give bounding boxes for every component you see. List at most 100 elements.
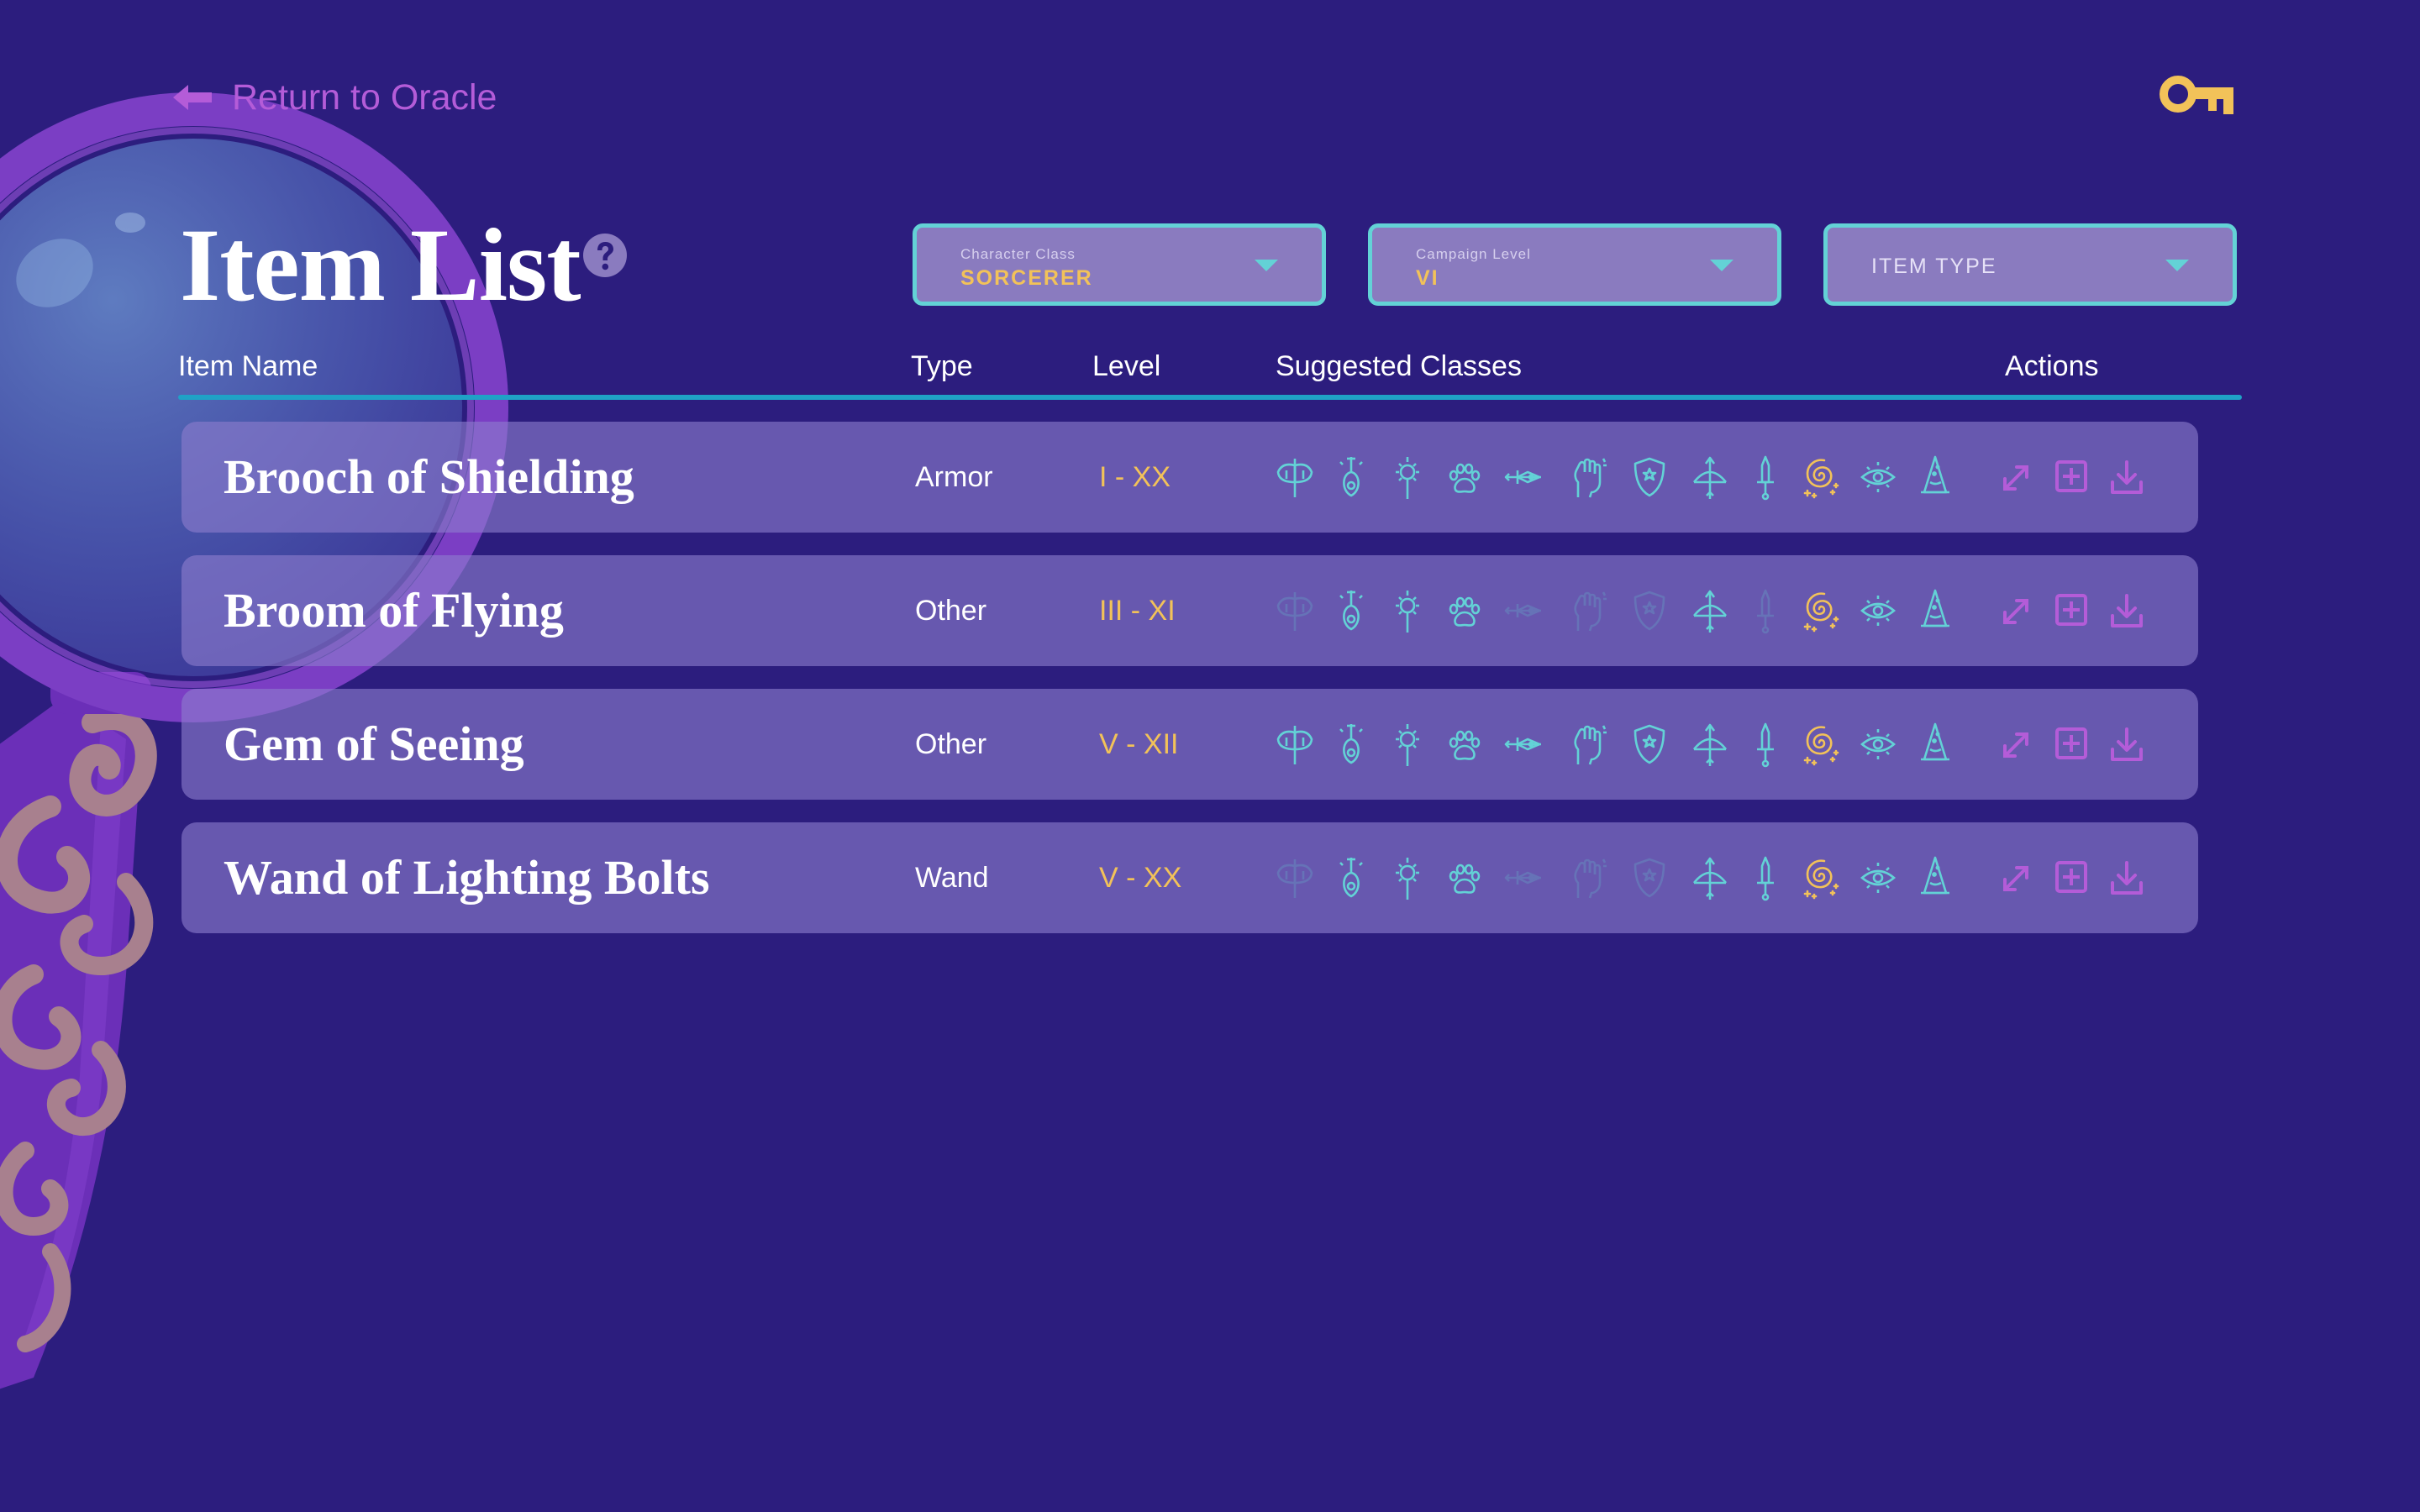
wizard-hat-icon [1914, 721, 1956, 768]
wizard-hat-icon [1914, 587, 1956, 634]
druid-paw-icon [1444, 721, 1486, 768]
expand-icon[interactable] [1996, 591, 2035, 631]
column-header-name[interactable]: Item Name [178, 349, 318, 383]
character-class-label: Character Class [960, 246, 1076, 262]
expand-icon[interactable] [1996, 724, 2035, 764]
item-level: V - XX [1099, 862, 1182, 894]
ranger-bow-icon [1689, 454, 1731, 501]
item-type: Other [915, 595, 987, 627]
chevron-down-icon [2165, 260, 2189, 271]
warlock-eye-icon [1857, 854, 1899, 901]
character-class-select[interactable]: Character Class SORCERER [913, 223, 1326, 306]
sorcerer-swirl-icon [1799, 587, 1841, 634]
sorcerer-swirl-icon [1799, 454, 1841, 501]
warlock-eye-icon [1857, 587, 1899, 634]
chevron-down-icon [1710, 260, 1733, 271]
add-icon[interactable] [2052, 858, 2091, 898]
download-icon[interactable] [2107, 858, 2146, 898]
sorcerer-swirl-icon [1799, 854, 1841, 901]
monk-fist-icon [1566, 854, 1608, 901]
help-icon[interactable] [583, 234, 627, 277]
warlock-eye-icon [1857, 454, 1899, 501]
cleric-sun-icon [1386, 454, 1428, 501]
cleric-sun-icon [1386, 854, 1428, 901]
arrow-left-icon [173, 85, 212, 110]
bard-lute-icon [1330, 454, 1372, 501]
fighter-sword-icon [1502, 854, 1544, 901]
paladin-shield-icon [1628, 587, 1670, 634]
sorcerer-swirl-icon [1799, 721, 1841, 768]
bard-lute-icon [1330, 854, 1372, 901]
cleric-sun-icon [1386, 721, 1428, 768]
paladin-shield-icon [1628, 454, 1670, 501]
item-row[interactable]: Gem of Seeing Other V - XII [182, 689, 2198, 800]
item-level: V - XII [1099, 728, 1179, 760]
rogue-dagger-icon [1744, 454, 1786, 501]
item-row[interactable]: Wand of Lighting Bolts Wand V - XX [182, 822, 2198, 933]
item-name[interactable]: Broom of Flying [224, 555, 564, 666]
ranger-bow-icon [1689, 721, 1731, 768]
column-header-classes: Suggested Classes [1276, 350, 1522, 382]
fighter-sword-icon [1502, 587, 1544, 634]
cleric-sun-icon [1386, 587, 1428, 634]
item-level: I - XX [1099, 461, 1171, 493]
druid-paw-icon [1444, 854, 1486, 901]
fighter-sword-icon [1502, 454, 1544, 501]
wizard-hat-icon [1914, 454, 1956, 501]
item-row[interactable]: Broom of Flying Other III - XI [182, 555, 2198, 666]
warlock-eye-icon [1857, 721, 1899, 768]
page-title: Item List [180, 207, 581, 323]
paladin-shield-icon [1628, 854, 1670, 901]
header-divider [178, 395, 2242, 400]
add-icon[interactable] [2052, 591, 2091, 631]
item-name[interactable]: Gem of Seeing [224, 689, 524, 800]
row-actions [1996, 591, 2165, 631]
item-level: III - XI [1099, 595, 1176, 627]
item-row[interactable]: Brooch of Shielding Armor I - XX [182, 422, 2198, 533]
campaign-level-value: VI [1416, 266, 1439, 290]
druid-paw-icon [1444, 454, 1486, 501]
item-name[interactable]: Brooch of Shielding [224, 422, 634, 533]
ranger-bow-icon [1689, 587, 1731, 634]
row-actions [1996, 724, 2165, 764]
download-icon[interactable] [2107, 591, 2146, 631]
monk-fist-icon [1566, 454, 1608, 501]
download-icon[interactable] [2107, 724, 2146, 764]
column-header-level[interactable]: Level [1092, 349, 1160, 383]
key-icon[interactable] [2160, 76, 2235, 114]
item-type: Armor [915, 461, 993, 493]
barbarian-axe-icon [1274, 454, 1316, 501]
column-header-type[interactable]: Type [911, 349, 973, 383]
barbarian-axe-icon [1274, 854, 1316, 901]
row-actions [1996, 858, 2165, 898]
expand-icon[interactable] [1996, 858, 2035, 898]
item-type: Other [915, 728, 987, 760]
bard-lute-icon [1330, 721, 1372, 768]
item-type: Wand [915, 862, 989, 894]
rogue-dagger-icon [1744, 854, 1786, 901]
fighter-sword-icon [1502, 721, 1544, 768]
rogue-dagger-icon [1744, 721, 1786, 768]
item-type-placeholder: ITEM TYPE [1871, 255, 1997, 278]
item-type-select[interactable]: ITEM TYPE [1823, 223, 2237, 306]
row-actions [1996, 457, 2165, 497]
campaign-level-select[interactable]: Campaign Level VI [1368, 223, 1781, 306]
monk-fist-icon [1566, 721, 1608, 768]
download-icon[interactable] [2107, 457, 2146, 497]
paladin-shield-icon [1628, 721, 1670, 768]
return-link[interactable]: Return to Oracle [171, 77, 497, 118]
campaign-level-label: Campaign Level [1416, 246, 1531, 262]
item-name[interactable]: Wand of Lighting Bolts [224, 822, 710, 933]
add-icon[interactable] [2052, 724, 2091, 764]
character-class-value: SORCERER [960, 266, 1093, 290]
add-icon[interactable] [2052, 457, 2091, 497]
druid-paw-icon [1444, 587, 1486, 634]
item-list-page: Return to Oracle Item List Character Cla… [0, 0, 2420, 1512]
ranger-bow-icon [1689, 854, 1731, 901]
chevron-down-icon [1255, 260, 1278, 271]
bard-lute-icon [1330, 587, 1372, 634]
barbarian-axe-icon [1274, 587, 1316, 634]
rogue-dagger-icon [1744, 587, 1786, 634]
expand-icon[interactable] [1996, 457, 2035, 497]
column-header-actions: Actions [2005, 350, 2099, 382]
